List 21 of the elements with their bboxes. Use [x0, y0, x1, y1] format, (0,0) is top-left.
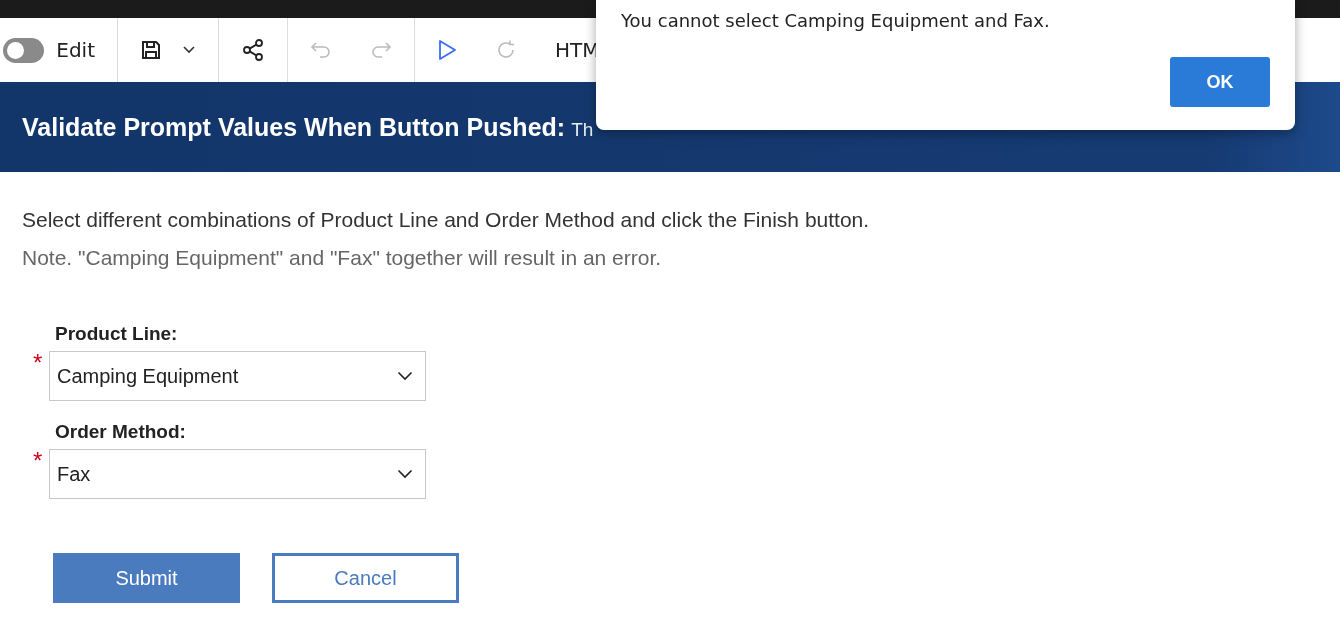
instruction-text: Select different combinations of Product Line and Order Method and click the Finish button. — [22, 208, 871, 232]
chevron-down-icon[interactable] — [397, 469, 413, 479]
required-mark: * — [33, 449, 44, 473]
dropdown[interactable]: Fax — [49, 449, 426, 499]
chevron-down-icon[interactable] — [182, 45, 196, 55]
run-icon[interactable] — [437, 39, 457, 61]
edit-toggle[interactable] — [3, 37, 45, 63]
instruction-text: Note. "Camping Equipment" and "Fax" together will result in an error. — [22, 246, 663, 270]
prompt-label: Order Method: — [55, 421, 187, 443]
prompt-label: Product Line: — [55, 323, 179, 345]
edit-label: Edit — [56, 38, 95, 62]
banner-text: Validate Prompt Values When Button Pushed: Th — [22, 112, 594, 142]
share-icon[interactable] — [241, 38, 265, 62]
save-icon[interactable] — [140, 39, 162, 61]
required-mark: * — [33, 351, 44, 375]
dialog-message: You cannot select Camping Equipment and Fax. — [621, 10, 1050, 31]
dropdown[interactable]: Camping Equipment — [49, 351, 426, 401]
chevron-down-icon[interactable] — [397, 371, 413, 381]
cancel-button[interactable]: Cancel — [272, 553, 459, 603]
submit-button[interactable]: Submit — [53, 553, 240, 603]
ok-button[interactable]: OK — [1170, 57, 1270, 107]
